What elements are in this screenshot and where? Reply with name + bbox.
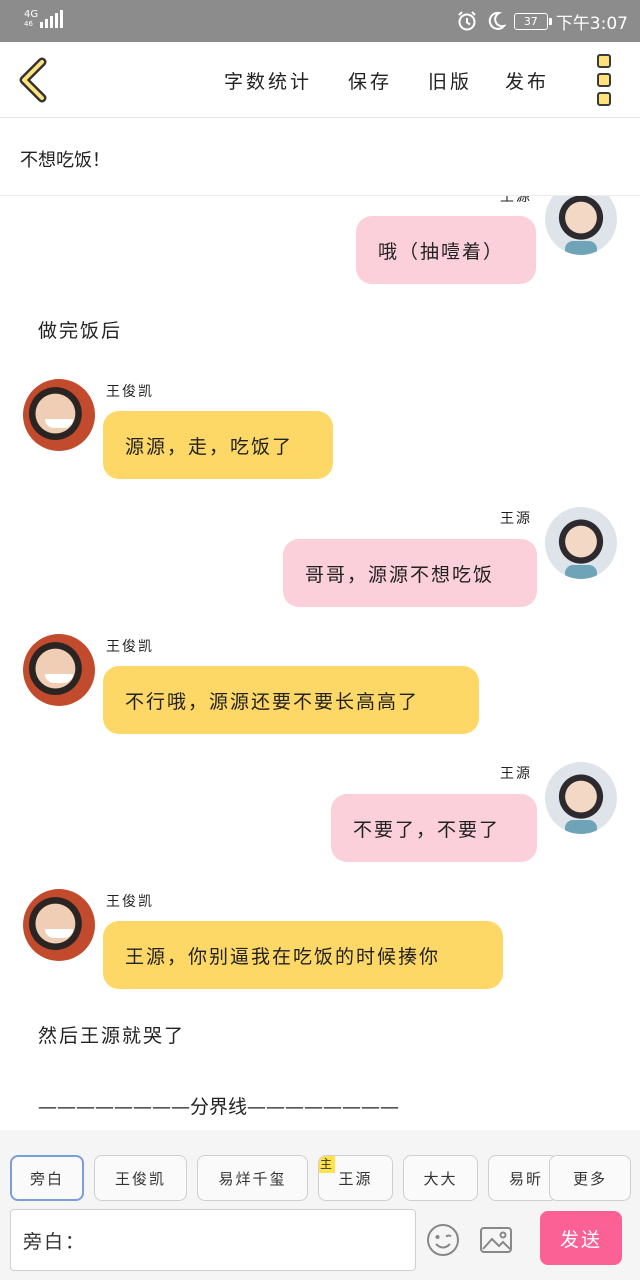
compose-panel: 旁白 王俊凯 易烊千玺 主 王源 大大 易昕 更多 旁白： 发送	[0, 1130, 640, 1280]
network-sub: 46	[24, 20, 33, 28]
message-bubble-left[interactable]: 源源，走，吃饭了	[103, 411, 333, 479]
avatar-wang-junkai[interactable]	[23, 889, 95, 961]
battery-level: 37	[523, 14, 538, 28]
speaker-name: 王俊凯	[106, 384, 154, 400]
old-version-button[interactable]: 旧版	[428, 67, 472, 94]
message-bubble-right[interactable]: 不要了，不要了	[331, 794, 537, 862]
send-button[interactable]: 发送	[540, 1211, 622, 1265]
chevron-left-icon[interactable]	[14, 56, 54, 104]
publish-button[interactable]: 发布	[505, 67, 549, 94]
message-bubble-right[interactable]: 哦（抽噎着）	[356, 216, 536, 284]
story-title: 不想吃饭！	[20, 150, 110, 171]
speaker-name: 王俊凯	[106, 894, 154, 910]
message-bubble-right[interactable]: 哥哥，源源不想吃饭	[283, 539, 537, 607]
avatar-wang-yuan[interactable]	[545, 762, 617, 834]
avatar-wang-yuan[interactable]	[545, 507, 617, 579]
role-chip-partial[interactable]: 易昕	[488, 1155, 558, 1201]
status-bar: 4G 46 37 下午3:07	[0, 0, 640, 42]
role-chip-yi-yangqianxi[interactable]: 易烊千玺	[197, 1155, 308, 1201]
narration-text[interactable]: 然后王源就哭了	[38, 1021, 185, 1048]
role-chip-label: 王源	[338, 1169, 373, 1188]
chat-area[interactable]: 王源 哦（抽噎着） 做完饭后 王俊凯 源源，走，吃饭了 王源 哥哥，源源不想吃饭…	[0, 196, 640, 1130]
alarm-icon	[458, 11, 476, 31]
role-chip-narrator[interactable]: 旁白	[10, 1155, 84, 1201]
avatar-wang-junkai[interactable]	[23, 634, 95, 706]
message-input[interactable]: 旁白：	[10, 1209, 416, 1271]
role-chip-wang-junkai[interactable]: 王俊凯	[94, 1155, 187, 1201]
divider-line-text[interactable]: ————————分界线————————	[38, 1092, 399, 1119]
moon-icon	[488, 11, 506, 30]
network-type: 4G	[24, 9, 39, 20]
save-button[interactable]: 保存	[348, 67, 392, 94]
kebab-menu-icon[interactable]	[597, 54, 615, 106]
role-chip-dada[interactable]: 大大	[403, 1155, 478, 1201]
speaker-name: 王源	[500, 511, 532, 527]
editor-toolbar: 字数统计 保存 旧版 发布	[0, 42, 640, 118]
avatar-wang-junkai[interactable]	[23, 379, 95, 451]
emoji-icon[interactable]	[425, 1222, 461, 1258]
battery-icon: 37	[513, 12, 552, 30]
avatar-wang-yuan[interactable]	[545, 196, 617, 255]
story-title-bar[interactable]: 不想吃饭！	[0, 118, 640, 196]
speaker-name: 王源	[500, 766, 532, 782]
network-indicator: 4G 46	[24, 9, 64, 28]
image-icon[interactable]	[478, 1222, 514, 1258]
clock: 下午3:07	[555, 13, 628, 34]
main-role-tag: 主	[319, 1156, 336, 1173]
word-count-button[interactable]: 字数统计	[224, 67, 312, 94]
speaker-name: 王俊凯	[106, 639, 154, 655]
message-bubble-left[interactable]: 王源，你别逼我在吃饭的时候揍你	[103, 921, 503, 989]
message-bubble-left[interactable]: 不行哦，源源还要不要长高高了	[103, 666, 479, 734]
speaker-name: 王源	[500, 196, 532, 205]
narration-text[interactable]: 做完饭后	[38, 316, 122, 343]
role-chip-wang-yuan[interactable]: 主 王源	[318, 1155, 393, 1201]
signal-icon	[40, 10, 64, 28]
more-roles-button[interactable]: 更多	[549, 1155, 631, 1201]
